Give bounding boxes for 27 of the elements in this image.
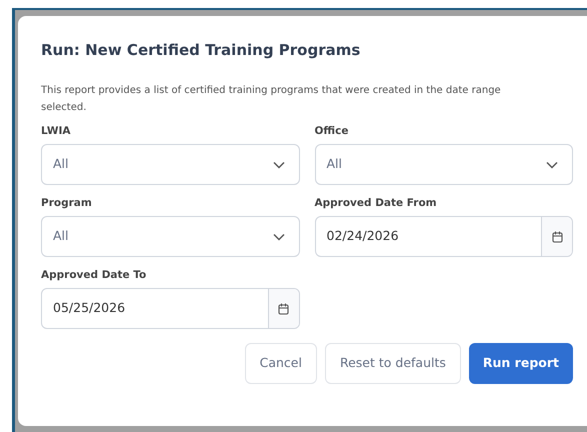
- dropdown-value: All: [53, 155, 68, 174]
- dropdown-field[interactable]: All: [41, 216, 300, 257]
- chevron-down-icon: [546, 160, 558, 168]
- secondary-button[interactable]: Reset to defaults: [324, 343, 461, 384]
- calendar-button[interactable]: [541, 217, 572, 256]
- date-value: 02/24/2026: [326, 227, 400, 246]
- field-label: Office: [314, 124, 350, 139]
- date-field[interactable]: 05/25/2026: [41, 288, 300, 329]
- dialog-title: Run: New Certified Training Programs: [41, 40, 362, 60]
- chevron-down-icon: [272, 160, 284, 168]
- calendar-button[interactable]: [268, 289, 298, 328]
- field-label: Approved Date From: [314, 196, 438, 211]
- secondary-button[interactable]: Cancel: [244, 343, 317, 384]
- dropdown-field[interactable]: All: [314, 144, 573, 185]
- description-text: This report provides a list of certified training programs that were created in the date range selected.: [41, 84, 502, 115]
- dropdown-value: All: [326, 155, 342, 174]
- run-report-button[interactable]: Run report: [468, 343, 573, 384]
- field-label: LWIA: [41, 124, 72, 139]
- date-field[interactable]: 02/24/2026: [314, 216, 573, 257]
- calendar-icon: [552, 230, 562, 242]
- chevron-down-icon: [272, 232, 284, 240]
- dropdown-field[interactable]: All: [41, 144, 300, 185]
- dropdown-value: All: [53, 227, 68, 246]
- field-label: Approved Date To: [41, 268, 148, 283]
- date-value: 05/25/2026: [52, 299, 126, 318]
- calendar-icon: [278, 302, 289, 314]
- field-label: Program: [41, 196, 93, 211]
